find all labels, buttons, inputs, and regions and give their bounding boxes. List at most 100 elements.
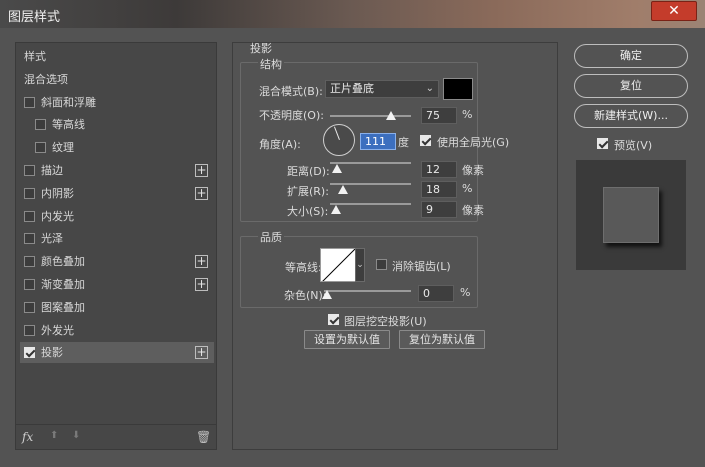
opacity-input[interactable]: 75 (421, 107, 457, 124)
spread-slider-thumb[interactable] (338, 185, 348, 194)
global-light-label: 使用全局光(G) (437, 136, 510, 149)
style-checkbox[interactable] (24, 187, 35, 199)
preview-square (603, 187, 659, 243)
style-checkbox[interactable] (24, 233, 35, 245)
preview-checkbox[interactable] (597, 138, 608, 149)
style-list-item[interactable]: 投影 + (20, 342, 214, 364)
style-checkbox[interactable] (24, 324, 35, 336)
contour-chevron-icon[interactable]: ⌄ (355, 248, 365, 282)
angle-needle (333, 126, 340, 140)
distance-input[interactable]: 12 (421, 161, 457, 178)
move-down-icon[interactable]: ⬇ (72, 430, 80, 441)
style-item-label: 斜面和浮雕 (41, 95, 96, 109)
blend-mode-select[interactable]: 正片叠底 ⌄ (325, 80, 439, 98)
distance-slider-thumb[interactable] (332, 164, 342, 173)
style-list-item[interactable]: 光泽 (20, 228, 214, 249)
style-checkbox[interactable] (24, 210, 35, 222)
size-label: 大小(S): (287, 205, 329, 218)
angle-dial[interactable] (323, 124, 355, 156)
style-list-item[interactable]: 渐变叠加 + (20, 274, 214, 295)
style-checkbox[interactable] (24, 165, 35, 176)
style-list-item[interactable]: 图案叠加 (20, 297, 214, 318)
style-checkbox[interactable] (24, 301, 35, 313)
style-list-item[interactable]: 内发光 (20, 206, 214, 227)
style-item-label: 描边 (41, 164, 63, 177)
opacity-label: 不透明度(O): (259, 109, 324, 122)
move-up-icon[interactable]: ⬆ (50, 430, 58, 441)
style-list-item[interactable]: 颜色叠加 + (20, 251, 214, 272)
style-item-label: 图案叠加 (41, 300, 85, 314)
opacity-slider[interactable] (330, 115, 411, 117)
style-item-label: 外发光 (41, 323, 74, 337)
left-footer-divider (15, 424, 217, 425)
spread-input[interactable]: 18 (421, 181, 457, 198)
styles-list-panel: 样式 混合选项 斜面和浮雕 等高线 纹理 描边 + 内阴影 + 内发光 光泽 颜色叠加 + 渐变叠加 + 图案… (15, 42, 217, 450)
style-list-item[interactable]: 描边 + (20, 160, 214, 181)
style-item-label: 光泽 (41, 232, 63, 246)
close-button[interactable]: ✕ (651, 1, 697, 21)
antialias-checkbox[interactable] (376, 259, 387, 270)
section-title: 投影 (250, 42, 272, 55)
noise-slider[interactable] (324, 290, 411, 292)
size-input[interactable]: 9 (421, 201, 457, 218)
angle-label: 角度(A): (259, 138, 301, 151)
make-default-button[interactable]: 设置为默认值 (304, 330, 390, 349)
preview-label: 预览(V) (614, 139, 653, 152)
blend-mode-label: 混合模式(B): (259, 85, 323, 98)
angle-unit: 度 (398, 136, 409, 149)
global-light-checkbox[interactable] (420, 135, 431, 146)
style-list-item[interactable]: 斜面和浮雕 (20, 92, 214, 113)
add-style-icon[interactable]: + (195, 164, 208, 177)
style-checkbox[interactable] (35, 119, 46, 131)
contour-picker[interactable] (320, 248, 356, 282)
add-style-icon[interactable]: + (195, 278, 208, 291)
style-checkbox[interactable] (24, 347, 35, 359)
size-unit: 像素 (462, 204, 484, 217)
add-style-icon[interactable]: + (195, 186, 208, 200)
title-bar[interactable]: 图层样式 ✕ (0, 0, 705, 28)
size-slider-thumb[interactable] (331, 205, 341, 214)
knockout-checkbox[interactable] (328, 314, 339, 325)
noise-input[interactable]: 0 (418, 285, 454, 302)
style-item-label: 内发光 (41, 209, 74, 223)
style-list-item[interactable]: 外发光 (20, 320, 214, 341)
style-list-item[interactable]: 纹理 (20, 137, 214, 158)
spread-label: 扩展(R): (287, 185, 329, 198)
antialias-label: 消除锯齿(L) (392, 260, 451, 273)
reset-button[interactable]: 复位 (574, 74, 688, 98)
add-style-icon[interactable]: + (195, 346, 208, 360)
layer-style-dialog: 图层样式 ✕ 样式 混合选项 斜面和浮雕 等高线 纹理 描边 + 内阴影 + 内发光 光泽 颜色叠加 +… (0, 0, 705, 467)
style-list-item[interactable]: 混合选项 (20, 69, 214, 90)
distance-slider[interactable] (330, 162, 411, 164)
style-item-label: 颜色叠加 (41, 255, 85, 269)
contour-curve-icon (321, 249, 355, 281)
trash-icon[interactable]: 🗑 (196, 430, 211, 444)
window-title: 图层样式 (8, 10, 61, 25)
style-item-label: 纹理 (52, 141, 74, 155)
structure-title: 结构 (258, 56, 284, 72)
quality-title: 品质 (258, 229, 284, 245)
reset-default-button[interactable]: 复位为默认值 (399, 330, 485, 349)
angle-input[interactable]: 111 (360, 133, 396, 150)
noise-slider-thumb[interactable] (322, 290, 332, 299)
style-list-item[interactable]: 等高线 (20, 114, 214, 135)
style-list-item[interactable]: 内阴影 + (20, 183, 214, 204)
style-checkbox[interactable] (24, 256, 35, 268)
spread-unit: % (462, 182, 473, 195)
style-item-label: 混合选项 (24, 72, 68, 86)
shadow-color-swatch[interactable] (443, 78, 473, 100)
style-checkbox[interactable] (24, 279, 35, 290)
blend-mode-value: 正片叠底 (330, 82, 374, 95)
style-checkbox[interactable] (35, 142, 46, 154)
add-style-icon[interactable]: + (195, 255, 208, 269)
ok-button[interactable]: 确定 (574, 44, 688, 68)
style-item-label: 投影 (41, 346, 63, 360)
opacity-slider-thumb[interactable] (385, 111, 396, 120)
style-item-label: 等高线 (52, 118, 85, 132)
style-checkbox[interactable] (24, 96, 35, 108)
new-style-button[interactable]: 新建样式(W)... (574, 104, 688, 128)
fx-menu-button[interactable]: fx (22, 430, 33, 444)
size-slider[interactable] (330, 203, 411, 205)
noise-label: 杂色(N): (284, 289, 327, 302)
style-list-item[interactable]: 样式 (20, 46, 214, 67)
